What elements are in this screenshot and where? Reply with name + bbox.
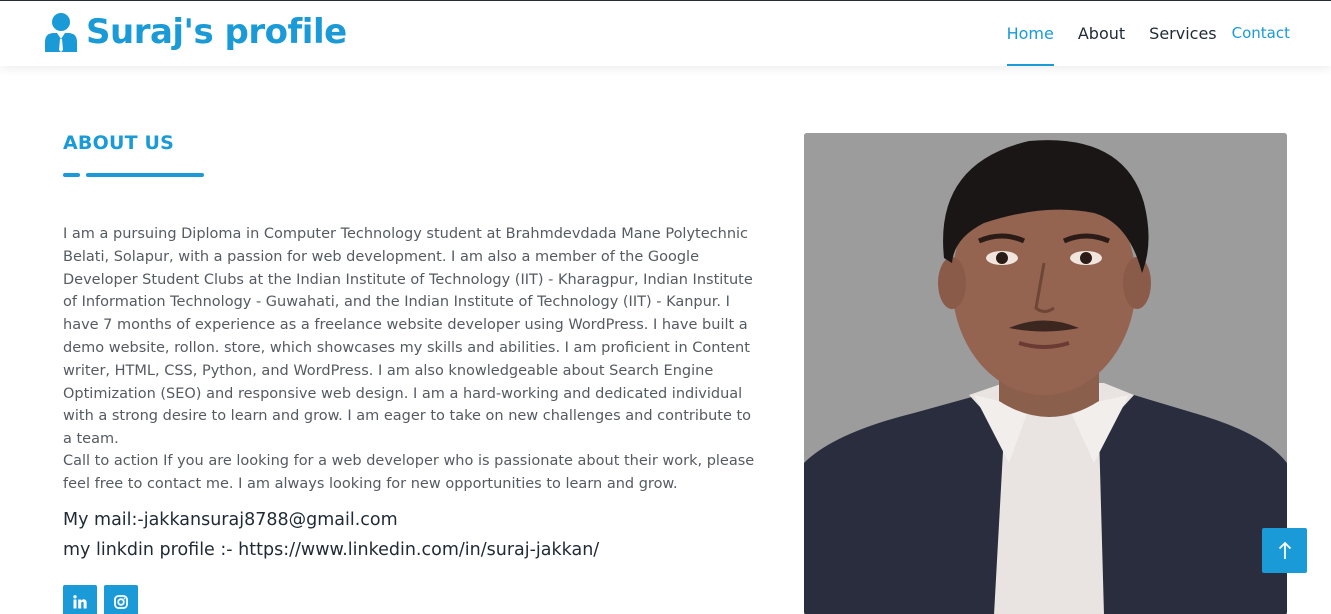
main-nav: Home About Services Contact: [983, 1, 1290, 66]
profile-photo: [804, 133, 1287, 614]
nav-services[interactable]: Services: [1149, 1, 1216, 66]
linkedin-line: my linkdin profile :- https://www.linked…: [63, 540, 600, 560]
nav-home[interactable]: Home: [1006, 1, 1055, 66]
nav-contact[interactable]: Contact: [1232, 1, 1290, 66]
title-underline-long: [86, 173, 204, 177]
brand-logo[interactable]: Suraj's profile: [44, 10, 347, 54]
site-header: Suraj's profile Home About Services Cont…: [0, 1, 1331, 66]
user-suit-icon: [45, 13, 77, 52]
instagram-button[interactable]: [104, 585, 138, 614]
brand-name: Suraj's profile: [86, 12, 347, 52]
about-paragraph: I am a pursuing Diploma in Computer Tech…: [63, 226, 753, 448]
email-line: My mail:-jakkansuraj8788@gmail.com: [63, 510, 398, 530]
arrow-up-icon: [1278, 541, 1291, 559]
instagram-icon: [114, 595, 128, 609]
title-underline-short: [63, 173, 80, 177]
nav-about[interactable]: About: [1078, 1, 1125, 66]
section-title: ABOUT US: [63, 132, 175, 154]
linkedin-icon: [73, 595, 87, 609]
call-to-action-paragraph: Call to action If you are looking for a …: [63, 453, 755, 492]
back-to-top-button[interactable]: [1262, 528, 1307, 573]
linkedin-button[interactable]: [63, 585, 97, 614]
